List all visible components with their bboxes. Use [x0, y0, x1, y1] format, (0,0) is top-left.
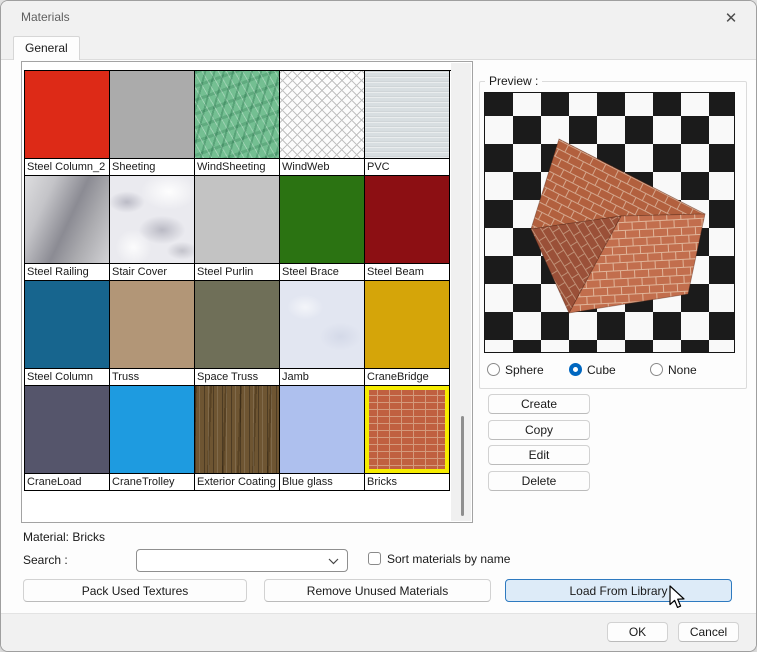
shape-option-none[interactable]: None — [650, 362, 697, 377]
material-name-label: PVC — [365, 158, 449, 175]
material-swatch — [110, 281, 194, 368]
radio-label: Sphere — [505, 363, 544, 377]
material-name-label: CraneTrolley — [110, 473, 194, 490]
material-name-label: Steel Railing — [25, 263, 109, 280]
material-name-label: WindSheeting — [195, 158, 279, 175]
material-name-label: Jamb — [280, 368, 364, 385]
edit-button[interactable]: Edit — [488, 445, 590, 465]
material-cell[interactable]: Exterior Coating — [195, 386, 280, 491]
material-swatch — [110, 386, 194, 473]
material-cell[interactable]: Jamb — [280, 281, 365, 386]
material-cell[interactable]: PVC — [365, 71, 450, 176]
material-name-label: Steel Brace — [280, 263, 364, 280]
material-cell[interactable]: WindSheeting — [195, 71, 280, 176]
shape-option-cube[interactable]: Cube — [569, 362, 616, 377]
material-cell[interactable]: Sheeting — [110, 71, 195, 176]
material-name-label: Steel Column — [25, 368, 109, 385]
material-name-label: Exterior Coating — [195, 473, 279, 490]
material-name-label: WindWeb — [280, 158, 364, 175]
material-name-label: Steel Beam — [365, 263, 449, 280]
close-icon[interactable]: ✕ — [718, 5, 744, 31]
search-label: Search : — [23, 553, 68, 567]
radio-icon — [569, 363, 582, 376]
material-name-label: CraneBridge — [365, 368, 449, 385]
shape-option-sphere[interactable]: Sphere — [487, 362, 544, 377]
material-swatch — [25, 281, 109, 368]
material-cell[interactable]: Steel Beam — [365, 176, 450, 281]
load-from-library-button[interactable]: Load From Library — [505, 579, 732, 602]
material-swatch — [110, 71, 194, 158]
material-swatch — [280, 386, 364, 473]
materials-dialog: Materials ✕ General Steel Column_2Sheeti… — [0, 0, 757, 652]
material-swatch — [110, 176, 194, 263]
ok-button[interactable]: OK — [607, 622, 668, 642]
material-cell[interactable]: Steel Column — [25, 281, 110, 386]
materials-scrollbar-thumb[interactable] — [461, 416, 464, 516]
material-name-label: Blue glass — [280, 473, 364, 490]
sort-materials-label: Sort materials by name — [387, 552, 510, 566]
material-swatch — [195, 176, 279, 263]
material-name-label: Sheeting — [110, 158, 194, 175]
material-swatch — [365, 281, 449, 368]
material-cell[interactable]: Steel Column_2 — [25, 71, 110, 176]
copy-button[interactable]: Copy — [488, 420, 590, 440]
material-name-label: Bricks — [365, 473, 449, 490]
material-swatch — [195, 71, 279, 158]
preview-group-label: Preview : — [485, 74, 542, 88]
material-name-label: Steel Purlin — [195, 263, 279, 280]
material-swatch — [280, 71, 364, 158]
material-cell[interactable]: Stair Cover — [110, 176, 195, 281]
material-swatch — [365, 386, 449, 473]
material-swatch — [25, 176, 109, 263]
material-cell[interactable]: Steel Railing — [25, 176, 110, 281]
material-swatch — [365, 71, 449, 158]
material-cell[interactable]: Steel Brace — [280, 176, 365, 281]
tab-general[interactable]: General — [13, 36, 80, 60]
delete-button[interactable]: Delete — [488, 471, 590, 491]
material-swatch — [280, 281, 364, 368]
material-name-label: Truss — [110, 368, 194, 385]
material-swatch — [195, 281, 279, 368]
material-swatch — [25, 386, 109, 473]
material-cell[interactable]: Blue glass — [280, 386, 365, 491]
material-swatch — [365, 176, 449, 263]
selected-material-label: Material: Bricks — [23, 530, 105, 544]
material-name-label: Stair Cover — [110, 263, 194, 280]
create-button[interactable]: Create — [488, 394, 590, 414]
material-swatch — [195, 386, 279, 473]
pack-used-textures-button[interactable]: Pack Used Textures — [23, 579, 247, 602]
material-name-label: CraneLoad — [25, 473, 109, 490]
material-cell[interactable]: WindWeb — [280, 71, 365, 176]
radio-label: None — [668, 363, 697, 377]
remove-unused-materials-button[interactable]: Remove Unused Materials — [264, 579, 491, 602]
radio-label: Cube — [587, 363, 616, 377]
radio-icon — [487, 363, 500, 376]
material-swatch — [25, 71, 109, 158]
cancel-button[interactable]: Cancel — [678, 622, 739, 642]
material-name-label: Space Truss — [195, 368, 279, 385]
material-cell[interactable]: CraneBridge — [365, 281, 450, 386]
material-name-label: Steel Column_2 — [25, 158, 109, 175]
sort-materials-checkbox[interactable] — [368, 552, 381, 565]
materials-grid: Steel Column_2SheetingWindSheetingWindWe… — [24, 70, 451, 491]
material-swatch — [280, 176, 364, 263]
material-cell[interactable]: Truss — [110, 281, 195, 386]
material-cell[interactable]: CraneLoad — [25, 386, 110, 491]
material-cell[interactable]: Steel Purlin — [195, 176, 280, 281]
material-cell[interactable]: Space Truss — [195, 281, 280, 386]
material-cell[interactable]: Bricks — [365, 386, 450, 491]
search-combobox[interactable] — [136, 549, 348, 572]
tab-pane-divider — [1, 59, 756, 60]
material-cell[interactable]: CraneTrolley — [110, 386, 195, 491]
brick-cube-preview — [485, 93, 735, 353]
preview-viewport — [484, 92, 735, 353]
title-bar — [1, 1, 756, 59]
dialog-title: Materials — [21, 10, 70, 24]
radio-icon — [650, 363, 663, 376]
chevron-down-icon — [328, 554, 339, 568]
mouse-cursor-icon — [668, 585, 686, 611]
